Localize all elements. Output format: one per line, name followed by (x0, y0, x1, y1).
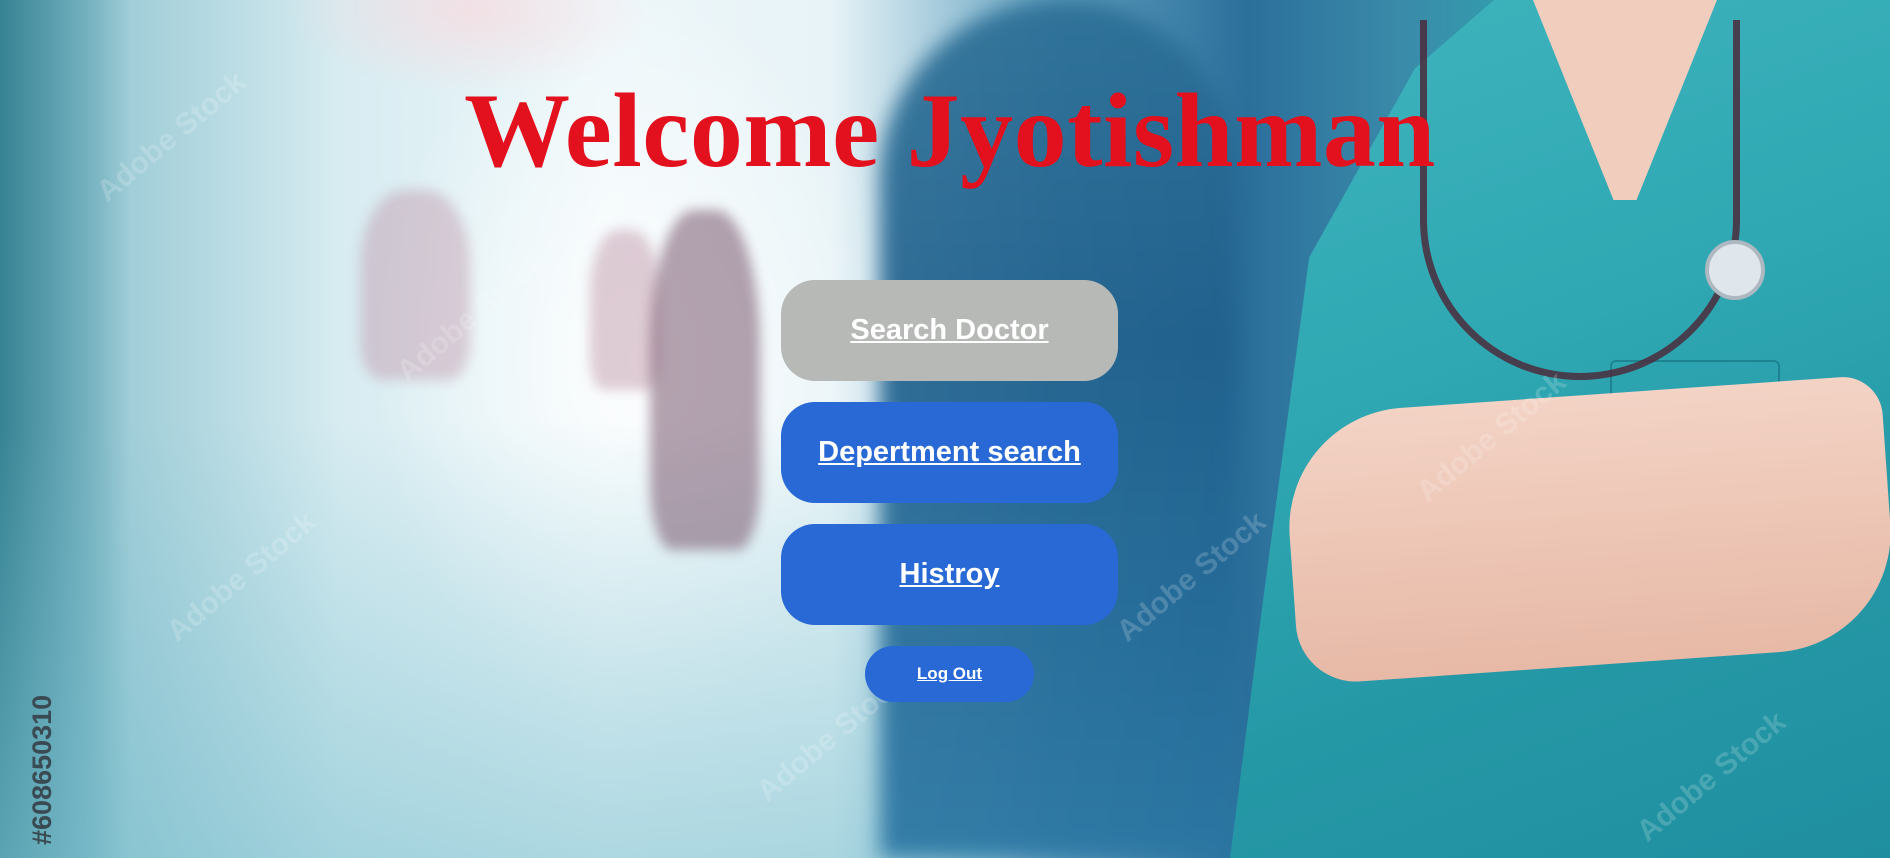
crossed-arms (1281, 374, 1890, 686)
stock-image-id: #608650310 (27, 694, 57, 845)
search-doctor-button[interactable]: Search Doctor (781, 280, 1118, 381)
logout-button[interactable]: Log Out (865, 646, 1034, 702)
stethoscope-head-icon (1705, 240, 1765, 300)
history-button[interactable]: Histroy (781, 524, 1118, 625)
page-title: Welcome Jyotishman (464, 72, 1436, 189)
blurred-person (650, 210, 760, 550)
department-search-button[interactable]: Depertment search (781, 402, 1118, 503)
stethoscope-icon (1420, 20, 1740, 380)
